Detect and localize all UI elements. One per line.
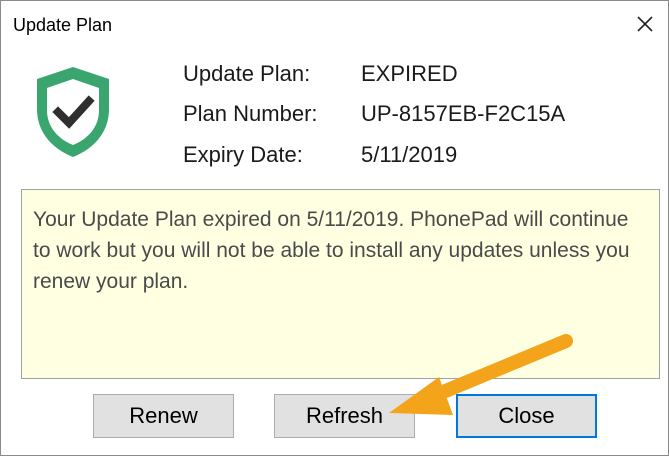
expiry-date-value: 5/11/2019 — [361, 142, 458, 167]
update-plan-status: EXPIRED — [361, 61, 458, 86]
update-plan-dialog: Update Plan Update Plan: EXPIRED Plan Nu… — [0, 0, 669, 456]
update-plan-label: Update Plan: — [183, 61, 311, 86]
message-box: Your Update Plan expired on 5/11/2019. P… — [21, 189, 660, 379]
refresh-button[interactable]: Refresh — [274, 394, 415, 438]
plan-number-label: Plan Number: — [183, 101, 318, 126]
window-title: Update Plan — [13, 15, 113, 35]
expiry-date-label: Expiry Date: — [183, 142, 303, 167]
close-icon[interactable] — [632, 11, 658, 37]
plan-number-value: UP-8157EB-F2C15A — [361, 101, 566, 126]
title-bar: Update Plan — [1, 1, 668, 45]
renew-button[interactable]: Renew — [93, 394, 234, 438]
expiry-message: Your Update Plan expired on 5/11/2019. P… — [33, 208, 630, 293]
shield-check-icon — [29, 63, 117, 159]
close-button[interactable]: Close — [456, 394, 597, 438]
